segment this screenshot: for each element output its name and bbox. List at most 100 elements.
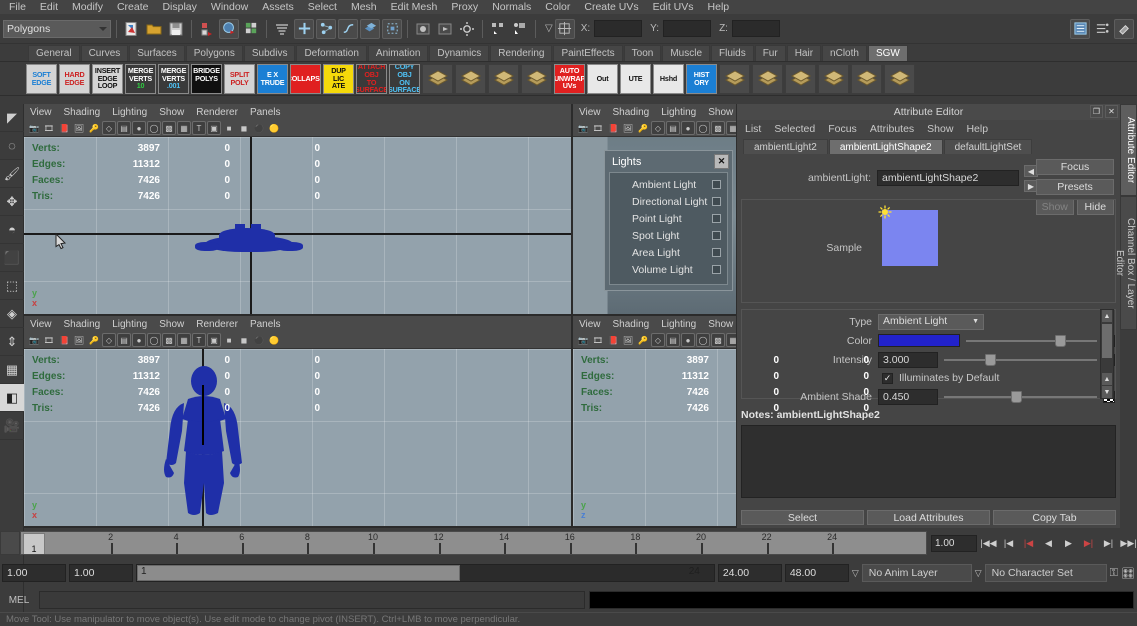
light-icon[interactable]: 🟡 — [267, 121, 281, 135]
ae-menu-list[interactable]: List — [745, 123, 761, 135]
shelf-tab-curves[interactable]: Curves — [80, 45, 129, 61]
shelf-tab-deformation[interactable]: Deformation — [296, 45, 367, 61]
last-tool-icon[interactable]: ▦ — [0, 356, 24, 384]
shelf-uv-layout-icon[interactable] — [521, 63, 552, 94]
select-by-object-icon[interactable] — [510, 19, 530, 39]
shelf-button-bridge-polys-1-span[interactable]: BRIDGE POLYS 1 SPAN — [191, 63, 222, 94]
universal-manip-tool-icon[interactable]: ⬚ — [0, 272, 24, 300]
snap-grid-icon[interactable] — [219, 18, 239, 39]
light-item-ambient-light[interactable]: Ambient Light — [610, 176, 727, 193]
ae-tab-defaultlightset[interactable]: defaultLightSet — [943, 139, 1033, 154]
ae-menu-focus[interactable]: Focus — [828, 123, 857, 135]
selection-mode-dropdown[interactable]: Polygons — [3, 19, 111, 38]
viewport-menu-lighting-4[interactable]: Lighting — [661, 319, 696, 330]
light-item-spot-light[interactable]: Spot Light — [610, 227, 727, 244]
scale-tool-icon[interactable]: ⬛ — [0, 244, 24, 272]
undo-icon[interactable] — [197, 19, 217, 39]
layout-quad-tool-icon[interactable]: ◧ — [0, 384, 24, 412]
viewport-canvas-tl[interactable]: Verts: 3897 0 0 Edges: 11312 0 0 Faces: 7426 0 0 Tri… — [24, 137, 571, 314]
keyframe-icon-2[interactable]: 🔑 — [636, 121, 650, 135]
lights-window[interactable]: Lights ✕ Ambient Light Directional Light P… — [604, 150, 733, 291]
ae-menu-selected[interactable]: Selected — [774, 123, 815, 135]
shelf-tab-ncloth[interactable]: nCloth — [822, 45, 867, 61]
shelf-blue-manip-icon[interactable] — [851, 63, 882, 94]
show-tool-settings-icon[interactable] — [1114, 18, 1134, 39]
layers-stack-icon[interactable] — [272, 19, 292, 39]
light-icon-3[interactable]: 🟡 — [267, 333, 281, 347]
shelf-tab-general[interactable]: General — [28, 45, 80, 61]
light-item-area-light[interactable]: Area Light — [610, 244, 727, 261]
shaded-cube-icon[interactable]: ■ — [222, 121, 236, 135]
anim-end-input[interactable]: 24.00 — [717, 564, 782, 582]
color-slider[interactable] — [966, 334, 1097, 347]
hw-texture-icon[interactable]: ◼ — [237, 121, 251, 135]
x-coordinate-input[interactable] — [594, 20, 643, 37]
shelf-tab-painteffects[interactable]: PaintEffects — [553, 45, 623, 61]
shelf-tab-dynamics[interactable]: Dynamics — [429, 45, 490, 61]
mesh-object-tl[interactable] — [189, 222, 309, 262]
soft-mod-tool-icon[interactable]: ◈ — [0, 300, 24, 328]
shelf-button-copy-obj-on-surface[interactable]: COPY OBJ ON SURFACE — [389, 63, 420, 94]
shelf-tab-sgw[interactable]: SGW — [867, 45, 908, 61]
ambient-shade-slider[interactable] — [944, 390, 1097, 403]
ae-menu-show[interactable]: Show — [927, 123, 953, 135]
viewport-menu-renderer[interactable]: Renderer — [196, 107, 238, 118]
viewport-menu-panels[interactable]: Panels — [250, 107, 281, 118]
ae-menu-attributes[interactable]: Attributes — [870, 123, 914, 135]
viewport-top-left[interactable]: View Shading Lighting Show Renderer Pane… — [24, 104, 571, 314]
surface-icon[interactable] — [360, 18, 380, 39]
menu-item-assets[interactable]: Assets — [255, 0, 301, 14]
menu-item-mesh[interactable]: Mesh — [344, 0, 384, 14]
camera-attributes-icon-3[interactable]: 🎞 — [42, 333, 56, 347]
curve-icon[interactable] — [338, 18, 358, 39]
film-gate-icon[interactable]: ▤ — [117, 121, 131, 135]
wireframe-on-shaded-icon-4[interactable]: ▩ — [711, 333, 725, 347]
shelf-button-merge-verts-001[interactable]: MERGE VERTS .001 — [158, 63, 189, 94]
shelf-circle-manip-icon[interactable] — [785, 63, 816, 94]
menu-item-display[interactable]: Display — [155, 0, 203, 14]
menu-item-modify[interactable]: Modify — [65, 0, 110, 14]
keyframe-icon-3[interactable]: 🔑 — [87, 333, 101, 347]
shelf-button-split-poly[interactable]: SPLIT POLY — [224, 63, 255, 94]
shelf-stack-icon[interactable] — [422, 63, 453, 94]
viewport-menu-shading-2[interactable]: Shading — [613, 107, 650, 118]
range-start-input[interactable]: 1.00 — [2, 564, 66, 582]
smooth-shade-icon-3[interactable]: ● — [132, 333, 146, 347]
light-item-checkbox[interactable] — [712, 197, 721, 206]
film-gate-icon-2[interactable]: ▤ — [666, 121, 680, 135]
render-icon[interactable] — [413, 19, 433, 39]
range-slider[interactable]: 1 24 — [136, 564, 715, 582]
ae-footer-select-button[interactable]: Select — [741, 510, 864, 525]
hi-quality-icon[interactable]: ⚫ — [252, 121, 266, 135]
ae-menu-help[interactable]: Help — [966, 123, 988, 135]
hi-quality-icon-3[interactable]: ⚫ — [252, 333, 266, 347]
playback-frame-input[interactable]: 1.00 — [931, 534, 977, 552]
viewport-canvas-bl[interactable]: Verts: 3897 0 0 Edges: 11312 0 0 Faces: 7426 0 0 Tri… — [24, 349, 571, 526]
texture-icon-3[interactable]: ▦ — [177, 333, 191, 347]
camera-tool-icon[interactable]: 🎥 — [0, 412, 24, 440]
shelf-tab-toon[interactable]: Toon — [623, 45, 662, 61]
flat-shade-icon-2[interactable]: ◯ — [696, 121, 710, 135]
close-window-icon[interactable]: ✕ — [1105, 105, 1118, 118]
shelf-button-hshd[interactable]: Hshd — [653, 63, 684, 94]
shelf-ball-icon[interactable] — [884, 63, 915, 94]
attribute-editor-scrollbar[interactable]: ▲ ▲ ▼ — [1100, 309, 1114, 399]
node-name-input[interactable]: ambientLightShape2 — [877, 170, 1019, 186]
show-manip-tool-icon[interactable]: ⇕ — [0, 328, 24, 356]
viewport-menu-shading-4[interactable]: Shading — [613, 319, 650, 330]
menu-item-proxy[interactable]: Proxy — [444, 0, 485, 14]
scroll-down-icon[interactable]: ▼ — [1102, 386, 1112, 398]
step-back-key-icon[interactable]: |◀ — [1000, 534, 1017, 553]
close-icon[interactable]: ✕ — [714, 154, 729, 169]
z-coordinate-input[interactable] — [731, 20, 780, 37]
wireframe-on-shaded-icon-2[interactable]: ▩ — [711, 121, 725, 135]
menu-item-edit-uvs[interactable]: Edit UVs — [646, 0, 701, 14]
wireframe-icon-2[interactable]: ◇ — [651, 121, 665, 135]
viewport-menu-renderer-3[interactable]: Renderer — [196, 319, 238, 330]
menu-item-color[interactable]: Color — [538, 0, 577, 14]
menu-item-create-uvs[interactable]: Create UVs — [577, 0, 645, 14]
wireframe-on-shaded-icon[interactable]: ▩ — [162, 121, 176, 135]
viewport-menu-lighting[interactable]: Lighting — [112, 107, 147, 118]
viewport-menu-show-3[interactable]: Show — [159, 319, 184, 330]
viewport-menu-lighting-2[interactable]: Lighting — [661, 107, 696, 118]
